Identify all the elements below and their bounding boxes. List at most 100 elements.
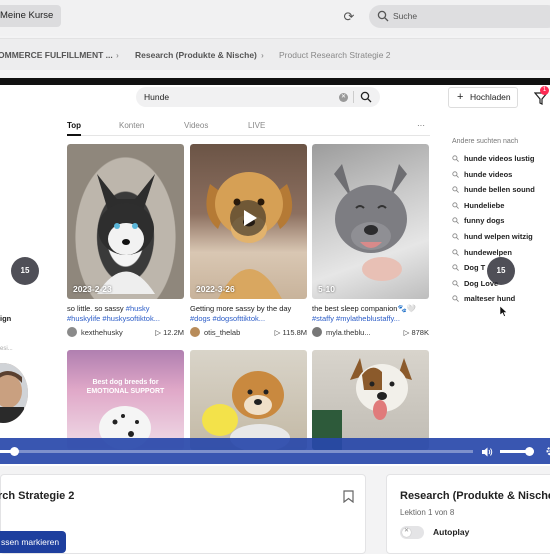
video-thumbnail-jack-russell[interactable] xyxy=(312,350,429,450)
caption-hashtags[interactable]: #dogs #dogsofttiktok... xyxy=(190,314,265,323)
volume-slider[interactable] xyxy=(500,450,534,453)
caption-text: Getting more sassy by the day xyxy=(190,304,291,313)
search-placeholder: Suche xyxy=(393,11,417,21)
video-caption[interactable]: so little. so sassy #husky #huskylife #h… xyxy=(67,304,184,324)
gear-icon[interactable] xyxy=(545,445,550,457)
video-caption[interactable]: Getting more sassy by the day #dogs #dog… xyxy=(190,304,307,324)
related-search-item[interactable]: hund welpen witzig xyxy=(452,231,550,247)
jack-russell-image xyxy=(312,350,429,450)
search-icon[interactable] xyxy=(360,91,372,103)
video-thumbnail-dalmatian[interactable]: Best dog breeds for EMOTIONAL SUPPORT xyxy=(67,350,184,450)
refresh-icon[interactable]: ⟳ xyxy=(341,9,357,25)
player-controls xyxy=(0,438,550,464)
video-meta: kexthehusky ▷ 12.2M xyxy=(67,327,184,339)
forward-15-icon[interactable]: 15 xyxy=(487,257,515,285)
progress-handle[interactable] xyxy=(10,447,19,456)
tab-accounts[interactable]: Konten xyxy=(119,121,144,130)
breadcrumb-lesson: Product Research Strategie 2 xyxy=(279,50,391,60)
video-card[interactable]: 2023-2-23 so little. so sassy #husky #hu… xyxy=(67,144,184,339)
related-searches-list: hunde videos lustig hunde videos hunde b… xyxy=(452,153,550,309)
video-thumbnail-puppy-duck[interactable] xyxy=(190,350,307,450)
bookmark-icon[interactable] xyxy=(343,490,354,503)
caption-text: the best sleep companion🐾🤍 xyxy=(312,304,416,313)
video-date: 2022-3-26 xyxy=(196,284,235,294)
tiktok-search-input[interactable]: Hunde ✕ xyxy=(136,87,380,107)
search-query: Hunde xyxy=(144,92,169,102)
breadcrumb-course[interactable]: OMMERCE FULFILLMENT ... xyxy=(0,50,113,60)
search-icon xyxy=(452,217,459,224)
plus-icon: + xyxy=(457,88,463,107)
search-icon xyxy=(452,295,459,302)
lesson-title: rch Strategie 2 xyxy=(0,490,74,502)
avatar[interactable] xyxy=(312,327,322,337)
video-thumbnail-puppy[interactable]: 2022-3-26 xyxy=(190,144,307,299)
view-count: ▷ 12.2M xyxy=(155,328,184,337)
tab-top[interactable]: Top xyxy=(67,121,81,130)
video-card[interactable]: 5-10 the best sleep companion🐾🤍 #staffy … xyxy=(312,144,429,339)
volume-icon[interactable] xyxy=(481,446,493,458)
avatar[interactable] xyxy=(67,327,77,337)
husky-image xyxy=(67,144,184,299)
rewind-15-icon[interactable]: 15 xyxy=(11,257,39,285)
more-icon[interactable]: ··· xyxy=(417,121,425,130)
search-icon xyxy=(452,233,459,240)
play-count-icon: ▷ xyxy=(275,328,283,337)
left-partial-sublabel: esi... xyxy=(0,346,13,352)
tab-divider xyxy=(67,135,430,136)
search-icon xyxy=(452,249,459,256)
username[interactable]: otis_thelab xyxy=(204,328,240,337)
left-partial-label: ign xyxy=(0,314,11,323)
search-icon xyxy=(452,280,459,287)
username[interactable]: kexthehusky xyxy=(81,328,123,337)
clear-icon[interactable]: ✕ xyxy=(339,93,348,102)
tiktok-screen: Hunde ✕ + Hochladen 1 Top Konten Videos … xyxy=(0,85,550,466)
related-search-item[interactable]: hunde videos xyxy=(452,169,550,185)
staffy-image xyxy=(312,144,429,299)
video-date: 2023-2-23 xyxy=(73,284,112,294)
search-icon xyxy=(452,202,459,209)
search-icon xyxy=(377,10,389,22)
tab-videos[interactable]: Videos xyxy=(184,121,208,130)
username[interactable]: myla.theblu... xyxy=(326,328,371,337)
caption-text: so little. so sassy xyxy=(67,304,126,313)
my-courses-tab[interactable]: Meine Kurse xyxy=(0,5,61,27)
video-overlay-text: Best dog breeds for EMOTIONAL SUPPORT xyxy=(73,378,178,396)
divider xyxy=(353,91,354,103)
view-count: ▷ 115.8M xyxy=(275,328,307,337)
lesson-progress: Lektion 1 von 8 xyxy=(400,508,454,517)
related-search-item[interactable]: funny dogs xyxy=(452,215,550,231)
progress-bar[interactable] xyxy=(0,450,473,453)
search-icon xyxy=(452,264,459,271)
puppy-duck-image xyxy=(190,350,307,450)
related-search-item[interactable]: hunde bellen sound xyxy=(452,184,550,200)
video-caption[interactable]: the best sleep companion🐾🤍 #staffy #myla… xyxy=(312,304,429,324)
tab-live[interactable]: LIVE xyxy=(248,121,265,130)
tab-active-indicator xyxy=(67,134,81,136)
view-count: ▷ 878K xyxy=(404,328,429,337)
breadcrumb-separator-icon: › xyxy=(116,50,119,60)
video-card[interactable]: 2022-3-26 Getting more sassy by the day … xyxy=(190,144,307,339)
video-meta: otis_thelab ▷ 115.8M xyxy=(190,327,307,339)
video-thumbnail-husky[interactable]: 2023-2-23 xyxy=(67,144,184,299)
search-icon xyxy=(452,186,459,193)
video-date: 5-10 xyxy=(318,284,335,294)
avatar[interactable] xyxy=(190,327,200,337)
video-thumbnail-staffy[interactable]: 5-10 xyxy=(312,144,429,299)
related-searches-title: Andere suchten nach xyxy=(452,138,518,145)
breadcrumb-module[interactable]: Research (Produkte & Nische) xyxy=(135,50,257,60)
related-search-item[interactable]: Hundeliebe xyxy=(452,200,550,216)
breadcrumb: OMMERCE FULFILLMENT ... › Research (Prod… xyxy=(0,38,550,70)
caption-hashtags[interactable]: #staffy #mylatheblustaffy... xyxy=(312,314,400,323)
top-search-input[interactable]: Suche xyxy=(369,5,550,28)
play-icon[interactable] xyxy=(230,200,266,236)
creator-avatar[interactable] xyxy=(0,363,28,423)
breadcrumb-separator-icon: › xyxy=(261,50,264,60)
close-icon: ✕ xyxy=(404,527,409,534)
related-search-item[interactable]: hunde videos lustig xyxy=(452,153,550,169)
search-icon xyxy=(452,171,459,178)
upload-label: Hochladen xyxy=(470,88,511,107)
upload-button[interactable]: + Hochladen xyxy=(448,87,518,108)
volume-handle[interactable] xyxy=(525,447,534,456)
top-bar: Meine Kurse ⟳ Suche xyxy=(0,0,550,36)
autoplay-toggle[interactable]: ✕ xyxy=(400,526,424,539)
